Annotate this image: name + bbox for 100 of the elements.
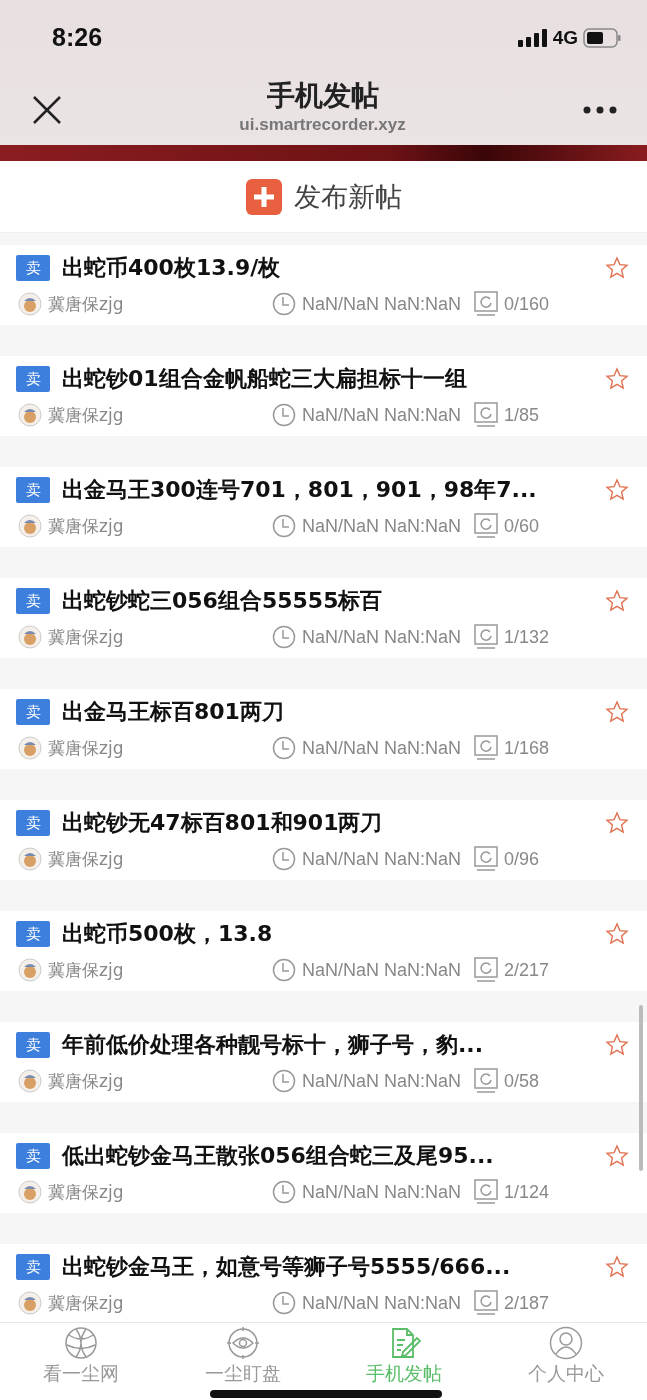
star-icon[interactable]	[605, 1144, 629, 1168]
post-title: 出金马王标百801两刀	[62, 698, 285, 726]
author-name: 冀唐保zjg	[48, 403, 125, 427]
clock-icon	[272, 1180, 296, 1204]
post-title: 出蛇钞01组合金帆船蛇三大扁担标十一组	[62, 365, 468, 393]
sell-tag: 卖	[16, 810, 50, 836]
star-icon[interactable]	[605, 589, 629, 613]
star-icon[interactable]	[605, 256, 629, 280]
post-time: NaN/NaN NaN:NaN	[302, 848, 463, 870]
comment-icon	[474, 1290, 498, 1316]
sell-tag: 卖	[16, 1143, 50, 1169]
author-name: 冀唐保zjg	[48, 514, 125, 538]
clock-icon	[272, 958, 296, 982]
post-card[interactable]: 卖 出金马王标百801两刀 冀唐保zjg NaN/NaN NaN:NaN 1/168	[0, 689, 647, 769]
post-time: NaN/NaN NaN:NaN	[302, 404, 463, 426]
clock-icon	[272, 292, 296, 316]
reply-count: 1/124	[504, 1181, 550, 1203]
sell-tag: 卖	[16, 255, 50, 281]
comment-icon	[474, 1179, 498, 1205]
post-card[interactable]: 卖 出金马王300连号701，801，901，98年7... 冀唐保zjg NaN/NaN NaN:NaN 0/60	[0, 467, 647, 547]
comment-icon	[474, 735, 498, 761]
star-icon[interactable]	[605, 1255, 629, 1279]
author-name: 冀唐保zjg	[48, 736, 125, 760]
avatar-icon	[18, 847, 42, 871]
post-title: 出蛇钞无47标百801和901两刀	[62, 809, 384, 837]
avatar-icon	[18, 958, 42, 982]
clock-icon	[272, 1069, 296, 1093]
reply-count: 2/187	[504, 1292, 550, 1314]
clock-icon	[272, 625, 296, 649]
sell-tag: 卖	[16, 921, 50, 947]
star-icon[interactable]	[605, 478, 629, 502]
network-label: 4G	[552, 26, 578, 49]
post-title: 出蛇钞蛇三056组合55555标百	[62, 587, 384, 615]
comment-icon	[474, 846, 498, 872]
author-name: 冀唐保zjg	[48, 1180, 125, 1204]
post-time: NaN/NaN NaN:NaN	[302, 1292, 463, 1314]
globe-icon	[63, 1326, 98, 1360]
author-name: 冀唐保zjg	[48, 847, 125, 871]
close-button[interactable]	[32, 95, 62, 125]
battery-icon	[583, 27, 621, 48]
reply-count: 1/132	[504, 626, 550, 648]
post-title: 出蛇钞金马王，如意号等狮子号5555/666...	[62, 1253, 512, 1281]
star-icon[interactable]	[605, 922, 629, 946]
post-card[interactable]: 卖 出蛇钞金马王，如意号等狮子号5555/666... 冀唐保zjg NaN/NaN NaN:NaN 2/187	[0, 1244, 647, 1322]
avatar-icon	[18, 736, 42, 760]
reply-count: 2/217	[504, 959, 550, 981]
sell-tag: 卖	[16, 1254, 50, 1280]
post-title: 年前低价处理各种靓号标十，狮子号，豹...	[62, 1031, 485, 1059]
post-card[interactable]: 卖 出蛇币500枚，13.8 冀唐保zjg NaN/NaN NaN:NaN 2/217	[0, 911, 647, 991]
plus-icon	[245, 178, 282, 215]
new-post-button[interactable]: 发布新帖	[0, 161, 647, 233]
post-time: NaN/NaN NaN:NaN	[302, 959, 463, 981]
reply-count: 0/60	[504, 515, 540, 537]
post-card[interactable]: 卖 出蛇钞01组合金帆船蛇三大扁担标十一组 冀唐保zjg NaN/NaN NaN:NaN 1/85	[0, 356, 647, 436]
avatar-icon	[18, 514, 42, 538]
post-card[interactable]: 卖 低出蛇钞金马王散张056组合蛇三及尾95... 冀唐保zjg NaN/NaN NaN:NaN 1/124	[0, 1133, 647, 1213]
post-card[interactable]: 卖 出蛇钞蛇三056组合55555标百 冀唐保zjg NaN/NaN NaN:NaN 1/132	[0, 578, 647, 658]
author-name: 冀唐保zjg	[48, 292, 125, 316]
star-icon[interactable]	[605, 367, 629, 391]
star-icon[interactable]	[605, 700, 629, 724]
comment-icon	[474, 402, 498, 428]
reply-count: 1/168	[504, 737, 550, 759]
star-icon[interactable]	[605, 811, 629, 835]
status-time: 8:26	[52, 23, 103, 52]
page-url: ui.smartrecorder.xyz	[239, 115, 406, 135]
signal-icon	[517, 28, 548, 47]
sell-tag: 卖	[16, 699, 50, 725]
avatar-icon	[18, 1291, 42, 1315]
post-card[interactable]: 卖 出蛇钞无47标百801和901两刀 冀唐保zjg NaN/NaN NaN:NaN 0/96	[0, 800, 647, 880]
post-title: 出金马王300连号701，801，901，98年7...	[62, 476, 538, 504]
clock-icon	[272, 1291, 296, 1315]
sell-tag: 卖	[16, 477, 50, 503]
post-card[interactable]: 卖 年前低价处理各种靓号标十，狮子号，豹... 冀唐保zjg NaN/NaN NaN:NaN 0/58	[0, 1022, 647, 1102]
reply-count: 0/160	[504, 293, 550, 315]
author-name: 冀唐保zjg	[48, 1069, 125, 1093]
author-name: 冀唐保zjg	[48, 958, 125, 982]
author-name: 冀唐保zjg	[48, 625, 125, 649]
comment-icon	[474, 1068, 498, 1094]
avatar-icon	[18, 403, 42, 427]
avatar-icon	[18, 1069, 42, 1093]
clock-icon	[272, 736, 296, 760]
post-title: 低出蛇钞金马王散张056组合蛇三及尾95...	[62, 1142, 495, 1170]
clock-icon	[272, 514, 296, 538]
avatar-icon	[18, 1180, 42, 1204]
post-time: NaN/NaN NaN:NaN	[302, 626, 463, 648]
post-time: NaN/NaN NaN:NaN	[302, 293, 463, 315]
close-icon	[32, 95, 62, 125]
post-time: NaN/NaN NaN:NaN	[302, 1070, 463, 1092]
post-time: NaN/NaN NaN:NaN	[302, 1181, 463, 1203]
star-icon[interactable]	[605, 1033, 629, 1057]
eye-icon	[225, 1326, 260, 1360]
comment-icon	[474, 513, 498, 539]
post-time: NaN/NaN NaN:NaN	[302, 737, 463, 759]
sell-tag: 卖	[16, 366, 50, 392]
post-title: 出蛇币400枚13.9/枚	[62, 254, 282, 282]
more-button[interactable]	[583, 106, 617, 114]
sell-tag: 卖	[16, 588, 50, 614]
page-title: 手机发帖	[266, 78, 379, 114]
post-card[interactable]: 卖 出蛇币400枚13.9/枚 冀唐保zjg NaN/NaN NaN:NaN 0/160	[0, 245, 647, 325]
reply-count: 0/58	[504, 1070, 540, 1092]
